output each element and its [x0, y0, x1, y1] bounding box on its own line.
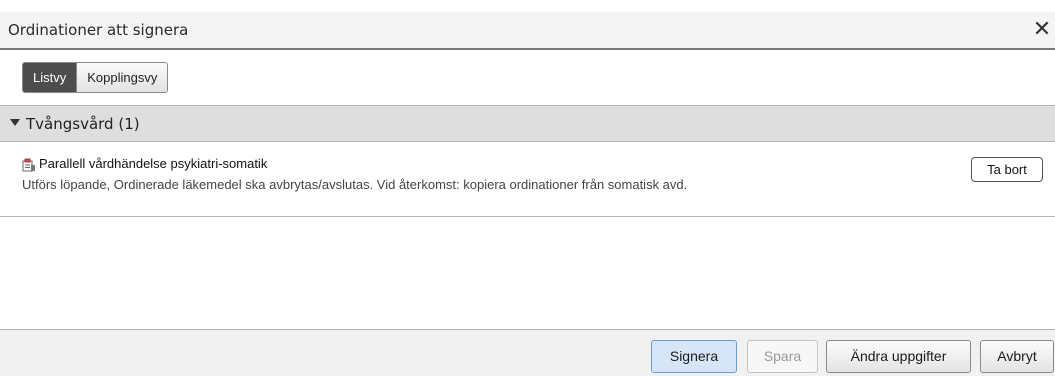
order-icon	[22, 158, 35, 172]
item-title: Parallell vårdhändelse psykiatri-somatik	[39, 156, 268, 171]
view-toolbar: Listvy Kopplingsvy	[0, 51, 1055, 105]
view-toggle: Listvy Kopplingsvy	[22, 62, 169, 93]
dialog-footer: Signera Spara Ändra uppgifter Avbryt	[0, 329, 1055, 376]
sign-orders-dialog: Ordinationer att signera ✕ Listvy Koppli…	[0, 0, 1055, 376]
group-header-tvangsvard[interactable]: Tvångsvård (1)	[0, 105, 1055, 142]
close-icon[interactable]: ✕	[1031, 18, 1053, 42]
dialog-title: Ordinationer att signera	[8, 21, 189, 39]
dialog-titlebar: Ordinationer att signera ✕	[0, 12, 1055, 50]
edit-details-button[interactable]: Ändra uppgifter	[826, 340, 971, 373]
item-description: Utförs löpande, Ordinerade läkemedel ska…	[22, 177, 688, 192]
sign-button[interactable]: Signera	[651, 340, 737, 373]
caret-down-icon	[10, 119, 20, 126]
group-title: Tvångsvård (1)	[26, 115, 140, 133]
save-button[interactable]: Spara	[747, 340, 818, 373]
list-item: Parallell vårdhändelse psykiatri-somatik…	[0, 142, 1055, 217]
cancel-button[interactable]: Avbryt	[980, 340, 1054, 373]
remove-button[interactable]: Ta bort	[971, 157, 1043, 182]
list-view-tab[interactable]: Listvy	[23, 63, 77, 92]
link-view-tab[interactable]: Kopplingsvy	[76, 63, 168, 92]
